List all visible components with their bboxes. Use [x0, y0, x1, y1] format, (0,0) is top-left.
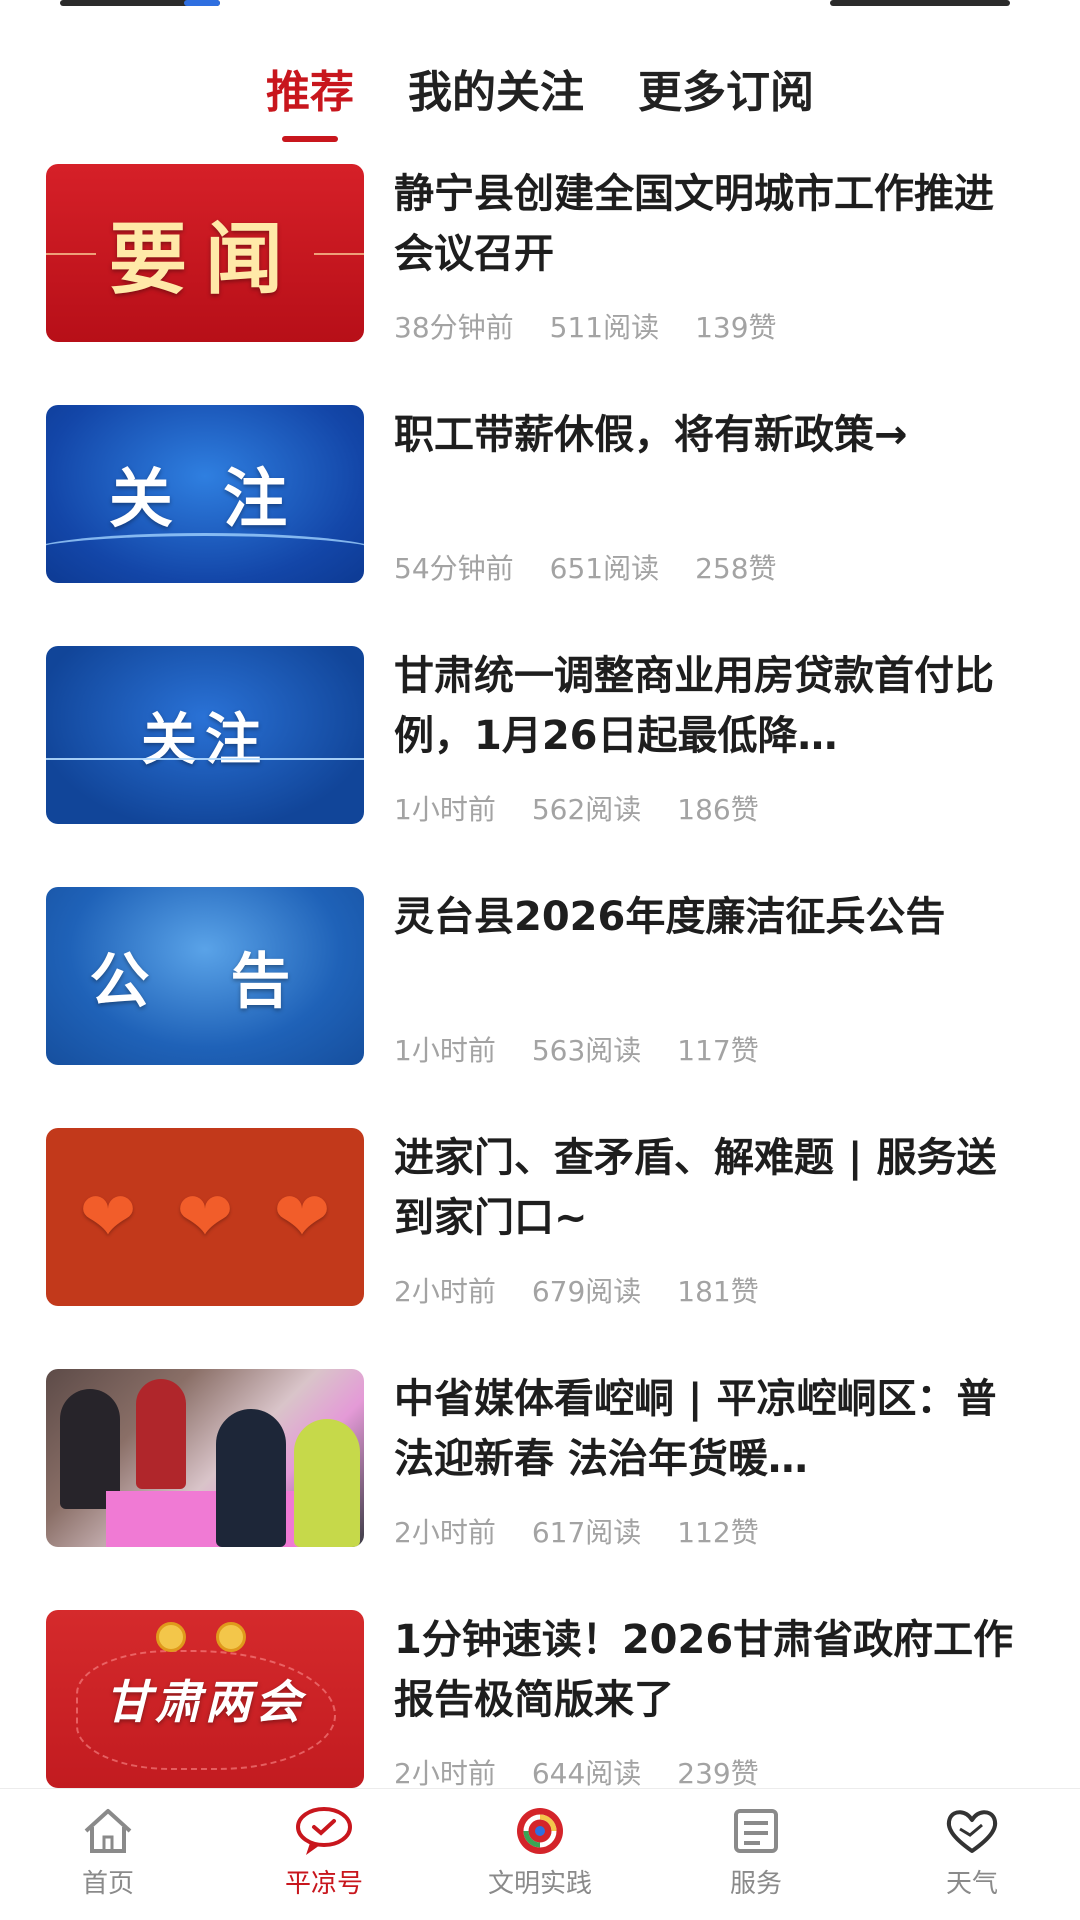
news-likes: 181赞: [677, 1275, 759, 1308]
news-time: 1小时前: [394, 793, 496, 826]
news-likes: 112赞: [677, 1516, 759, 1549]
thumbnail-text: 关 注: [108, 463, 302, 537]
thumbnail-text: 关注: [141, 707, 269, 773]
news-meta: 1小时前 562阅读 186赞: [394, 788, 759, 828]
news-item[interactable]: 要闻 静宁县创建全国文明城市工作推进会议召开 38分钟前 511阅读 139赞: [0, 160, 1080, 401]
news-meta: 2小时前 644阅读 239赞: [394, 1752, 759, 1792]
status-bar-right: [830, 0, 1010, 6]
tab-recommend[interactable]: 推荐: [266, 56, 354, 146]
news-likes: 258赞: [695, 552, 777, 585]
bottom-nav: 首页 平凉号 文明实践 服务 天气: [0, 1788, 1080, 1920]
news-reads: 562阅读: [531, 793, 642, 826]
nav-label: 平凉号: [284, 1869, 363, 1899]
news-reads: 651阅读: [549, 552, 660, 585]
nav-civilization-practice[interactable]: 文明实践: [450, 1803, 630, 1900]
news-item[interactable]: ❤ ❤ ❤ 进家门、查矛盾、解难题 | 服务送到家门口~ 2小时前 679阅读 …: [0, 1124, 1080, 1365]
thumbnail-text: 要闻: [108, 215, 301, 305]
status-bar: [0, 0, 1080, 14]
service-list-icon: [726, 1803, 786, 1859]
news-thumbnail[interactable]: 甘肃两会: [46, 1610, 364, 1788]
status-bar-indicator: [184, 0, 220, 6]
news-likes: 139赞: [695, 311, 777, 344]
thumbnail-text: 公 告: [89, 946, 321, 1017]
news-title[interactable]: 进家门、查矛盾、解难题 | 服务送到家门口~: [394, 1128, 1024, 1248]
news-reads: 617阅读: [531, 1516, 642, 1549]
nav-label: 文明实践: [487, 1869, 592, 1899]
heart-icon: ❤: [273, 1177, 331, 1257]
news-title[interactable]: 职工带薪休假，将有新政策→: [394, 405, 1024, 465]
news-item[interactable]: 关注 甘肃统一调整商业用房贷款首付比例，1月26日起最低降… 1小时前 562阅…: [0, 642, 1080, 883]
news-meta: 38分钟前 511阅读 139赞: [394, 306, 777, 346]
news-thumbnail[interactable]: 公 告: [46, 887, 364, 1065]
news-title[interactable]: 甘肃统一调整商业用房贷款首付比例，1月26日起最低降…: [394, 646, 1024, 766]
tab-more-subscriptions[interactable]: 更多订阅: [638, 56, 814, 146]
news-time: 2小时前: [394, 1275, 496, 1308]
news-likes: 117赞: [677, 1034, 759, 1067]
heart-hands-icon: [942, 1803, 1002, 1859]
nav-weather[interactable]: 天气: [882, 1803, 1062, 1900]
swirl-logo-icon: [510, 1803, 570, 1859]
news-title[interactable]: 1分钟速读！2026甘肃省政府工作报告极简版来了: [394, 1610, 1024, 1730]
chat-bubble-icon: [294, 1803, 354, 1859]
news-meta: 1小时前 563阅读 117赞: [394, 1029, 759, 1069]
news-thumbnail-photo[interactable]: [46, 1369, 364, 1547]
heart-icon: ❤: [176, 1177, 234, 1257]
news-meta: 54分钟前 651阅读 258赞: [394, 547, 777, 587]
nav-label: 天气: [945, 1869, 998, 1899]
news-time: 38分钟前: [394, 311, 514, 344]
news-reads: 644阅读: [531, 1757, 642, 1790]
news-title[interactable]: 灵台县2026年度廉洁征兵公告: [394, 887, 1024, 947]
news-reads: 679阅读: [531, 1275, 642, 1308]
news-thumbnail[interactable]: 关 注: [46, 405, 364, 583]
news-meta: 2小时前 679阅读 181赞: [394, 1270, 759, 1310]
news-item[interactable]: 关 注 职工带薪休假，将有新政策→ 54分钟前 651阅读 258赞: [0, 401, 1080, 642]
news-time: 2小时前: [394, 1516, 496, 1549]
news-reads: 511阅读: [549, 311, 660, 344]
heart-icon: ❤: [79, 1177, 137, 1257]
top-tabs: 推荐 我的关注 更多订阅: [0, 56, 1080, 146]
news-meta: 2小时前 617阅读 112赞: [394, 1511, 759, 1551]
news-time: 1小时前: [394, 1034, 496, 1067]
nav-service[interactable]: 服务: [666, 1803, 846, 1900]
news-thumbnail[interactable]: ❤ ❤ ❤: [46, 1128, 364, 1306]
news-likes: 239赞: [677, 1757, 759, 1790]
nav-label: 服务: [729, 1869, 782, 1899]
nav-pingliang-hao[interactable]: 平凉号: [234, 1803, 414, 1900]
nav-home[interactable]: 首页: [18, 1803, 198, 1900]
news-title[interactable]: 静宁县创建全国文明城市工作推进会议召开: [394, 164, 1024, 284]
news-likes: 186赞: [677, 793, 759, 826]
home-icon: [78, 1803, 138, 1859]
news-item[interactable]: 公 告 灵台县2026年度廉洁征兵公告 1小时前 563阅读 117赞: [0, 883, 1080, 1124]
tab-my-follow[interactable]: 我的关注: [408, 56, 584, 146]
nav-label: 首页: [81, 1869, 134, 1899]
news-item[interactable]: 中省媒体看崆峒 | 平凉崆峒区：普法迎新春 法治年货暖… 2小时前 617阅读 …: [0, 1365, 1080, 1606]
news-thumbnail[interactable]: 关注: [46, 646, 364, 824]
news-time: 2小时前: [394, 1757, 496, 1790]
news-time: 54分钟前: [394, 552, 514, 585]
news-thumbnail[interactable]: 要闻: [46, 164, 364, 342]
news-reads: 563阅读: [531, 1034, 642, 1067]
news-title[interactable]: 中省媒体看崆峒 | 平凉崆峒区：普法迎新春 法治年货暖…: [394, 1369, 1024, 1489]
news-feed: 要闻 静宁县创建全国文明城市工作推进会议召开 38分钟前 511阅读 139赞 …: [0, 160, 1080, 1847]
